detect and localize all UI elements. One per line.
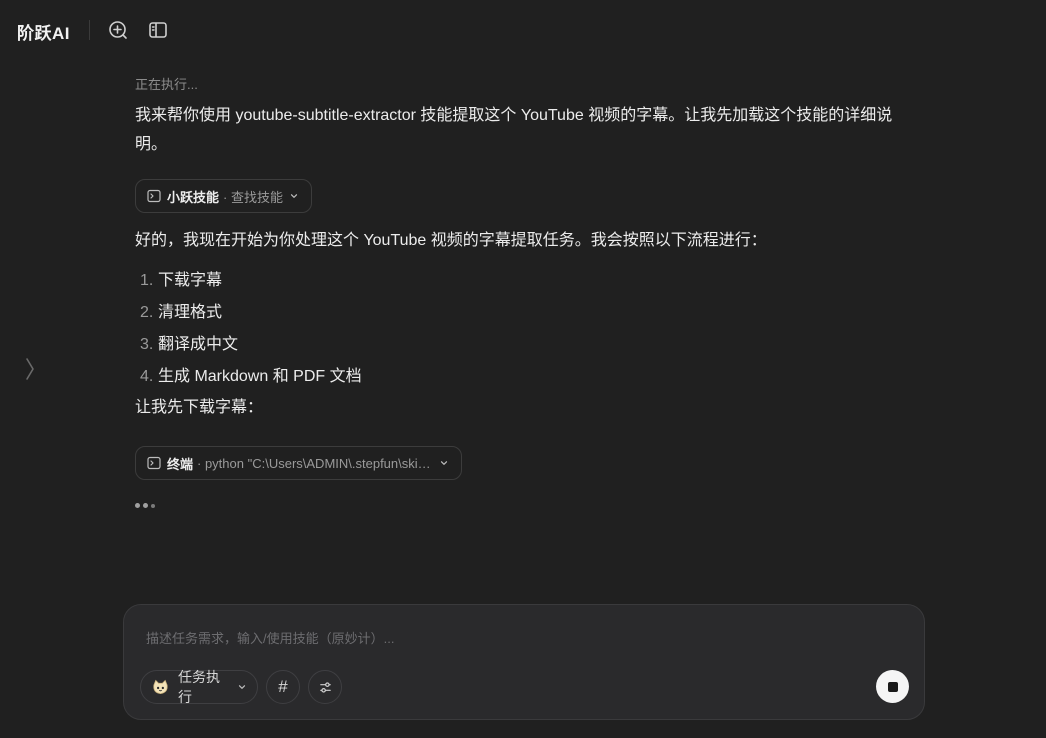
tool-call-name: 终端 [167, 456, 194, 472]
assistant-next-step: 让我先下载字幕： [135, 399, 264, 416]
tool-call-detail: · python "C:\Users\ADMIN\.stepfun\skills… [197, 455, 433, 471]
list-item: 4. 生成 Markdown 和 PDF 文档 [140, 368, 362, 385]
tool-call-chip-skill[interactable]: 小跃技能 · 查找技能 [135, 179, 312, 213]
terminal-icon [147, 189, 161, 203]
sidebar-toggle-icon [149, 22, 167, 38]
composer-input[interactable]: 描述任务需求，输入/使用技能（原妙计）... [146, 628, 394, 647]
new-chat-icon [109, 21, 127, 39]
stop-icon [887, 681, 898, 692]
settings-button[interactable] [308, 670, 342, 704]
list-item: 1. 下载字幕 [140, 272, 223, 289]
assistant-plan-intro: 好的，我现在开始为你处理这个 YouTube 视频的字幕提取任务。我会按照以下流… [135, 232, 767, 249]
sliders-icon [319, 681, 331, 693]
list-item: 2. 清理格式 [140, 304, 223, 321]
chevron-down-icon [237, 682, 247, 692]
chevron-right-icon [26, 358, 34, 380]
tool-call-detail: · 查找技能 [223, 189, 283, 205]
list-item: 3. 翻译成中文 [140, 336, 239, 353]
topbar-divider [89, 20, 90, 40]
expand-sidebar-chevron[interactable] [22, 356, 38, 382]
app-logo: 阶跃AI [17, 24, 70, 43]
mascot-icon [153, 679, 168, 695]
message-composer[interactable]: 描述任务需求，输入/使用技能（原妙计）... 任务执行 # [123, 604, 925, 720]
top-bar: 阶跃AI [0, 0, 1046, 60]
typing-indicator [135, 503, 155, 508]
mode-label: 任务执行 [177, 669, 220, 705]
hash-button[interactable]: # [266, 670, 300, 704]
tool-call-chip-terminal[interactable]: 终端 · python "C:\Users\ADMIN\.stepfun\ski… [135, 446, 463, 480]
chevron-down-icon [289, 191, 299, 201]
mode-select-button[interactable]: 任务执行 [140, 669, 258, 705]
chevron-down-icon [439, 458, 449, 468]
terminal-icon [147, 456, 161, 470]
hash-icon: # [278, 677, 288, 696]
tool-call-name: 小跃技能 [167, 189, 220, 205]
stop-button[interactable] [876, 670, 909, 703]
execution-status: 正在执行... [135, 77, 198, 92]
assistant-message-intro: 我来帮你使用 youtube-subtitle-extractor 技能提取这个… [135, 107, 893, 153]
new-chat-button[interactable] [107, 19, 129, 41]
sidebar-toggle-button[interactable] [147, 19, 169, 41]
